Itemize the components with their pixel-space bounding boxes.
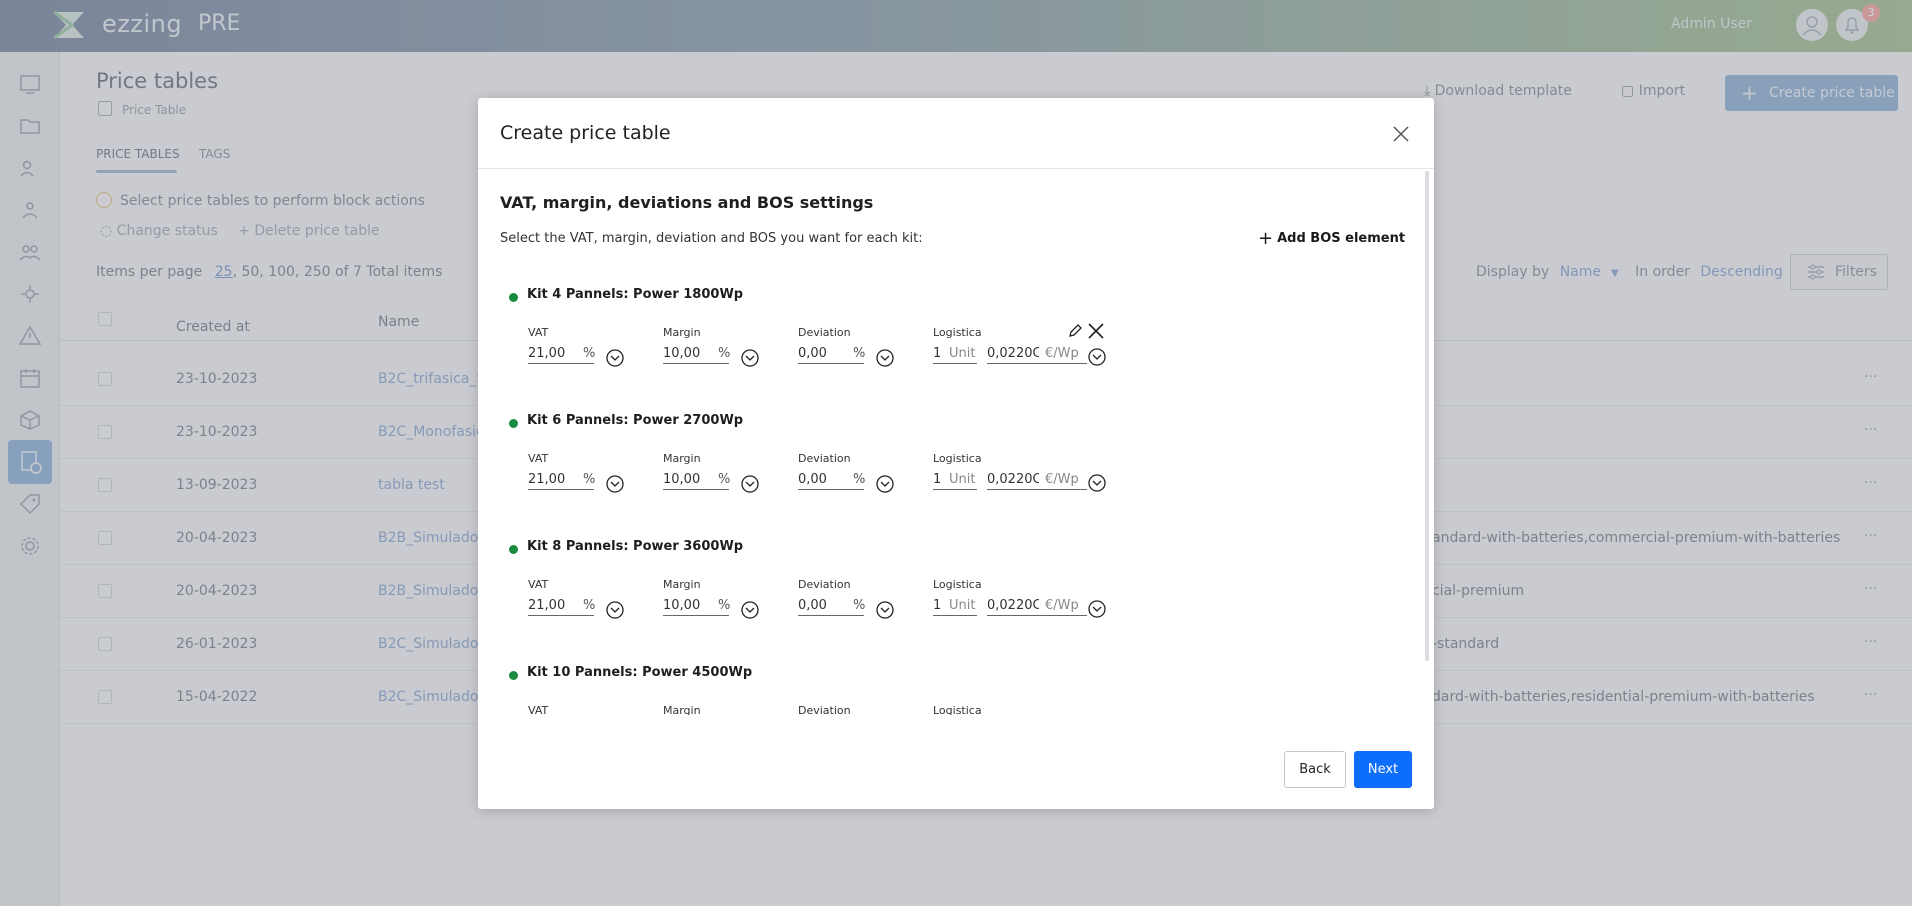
modal-scroll-area: VAT, margin, deviations and BOS settings… [478, 169, 1418, 715]
vat-input[interactable]: 21,00% [528, 598, 596, 616]
vat-input[interactable]: 21,00% [528, 472, 596, 490]
chevron-down-icon[interactable] [1088, 600, 1106, 618]
deviation-value: 0,00 [798, 598, 827, 613]
kit-title: Kit 4 Pannels: Power 1800Wp [527, 287, 744, 302]
vat-input[interactable]: 21,00% [528, 346, 596, 364]
modal-title: Create price table [500, 122, 671, 144]
deviation-label: Deviation [798, 704, 851, 715]
vat-value: 21,00 [528, 346, 566, 361]
logistica-quantity-input[interactable]: 1 Unit [933, 346, 977, 364]
percent-unit: % [583, 598, 596, 613]
vat-label: VAT [528, 326, 549, 339]
deviation-input[interactable]: 0,00% [798, 472, 866, 490]
vat-value: 21,00 [528, 472, 566, 487]
logistica-label: Logistica [933, 704, 982, 715]
price-value: 0,0220C [987, 472, 1039, 487]
logistica-price-input[interactable]: 0,0220C €/Wp [987, 598, 1087, 616]
margin-input[interactable]: 10,00% [663, 346, 731, 364]
margin-input[interactable]: 10,00% [663, 598, 731, 616]
logistica-price-input[interactable]: 0,0220C €/Wp [987, 346, 1087, 364]
percent-unit: % [718, 598, 731, 613]
kit-title: Kit 8 Pannels: Power 3600Wp [527, 539, 744, 554]
chevron-down-icon[interactable] [1088, 348, 1106, 366]
quantity-value: 1 [933, 598, 942, 613]
kit-block: Kit 10 Pannels: Power 4500Wp VAT Margin … [478, 663, 1418, 715]
close-icon[interactable] [1392, 125, 1410, 143]
quantity-value: 1 [933, 472, 942, 487]
unit-label: Unit [949, 346, 976, 361]
percent-unit: % [583, 346, 596, 361]
chevron-down-icon[interactable] [741, 475, 759, 493]
margin-label: Margin [663, 704, 701, 715]
deviation-input[interactable]: 0,00% [798, 598, 866, 616]
chevron-down-icon[interactable] [606, 349, 624, 367]
percent-unit: % [718, 472, 731, 487]
edit-pencil-icon[interactable] [1068, 324, 1082, 338]
percent-unit: % [718, 346, 731, 361]
percent-unit: % [583, 472, 596, 487]
chevron-down-icon[interactable] [606, 475, 624, 493]
margin-value: 10,00 [663, 472, 701, 487]
remove-bos-icon[interactable] [1088, 323, 1104, 339]
deviation-value: 0,00 [798, 472, 827, 487]
margin-value: 10,00 [663, 346, 701, 361]
deviation-label: Deviation [798, 326, 851, 339]
margin-label: Margin [663, 452, 701, 465]
chevron-down-icon[interactable] [1088, 474, 1106, 492]
ewp-unit: €/Wp [1045, 472, 1079, 487]
margin-input[interactable]: 10,00% [663, 472, 731, 490]
add-bos-label: Add BOS element [1277, 231, 1406, 246]
logistica-price-input[interactable]: 0,0220C €/Wp [987, 472, 1087, 490]
chevron-down-icon[interactable] [876, 601, 894, 619]
kit-status-dot [509, 545, 518, 554]
kit-block: Kit 8 Pannels: Power 3600Wp VAT Margin D… [478, 537, 1418, 663]
plus-icon: + [1258, 228, 1274, 249]
section-subtitle: Select the VAT, margin, deviation and BO… [500, 231, 923, 246]
create-price-table-modal: Create price table VAT, margin, deviatio… [478, 98, 1434, 809]
chevron-down-icon[interactable] [741, 349, 759, 367]
kit-status-dot [509, 419, 518, 428]
price-value: 0,0220C [987, 598, 1039, 613]
chevron-down-icon[interactable] [876, 475, 894, 493]
unit-label: Unit [949, 472, 976, 487]
vat-label: VAT [528, 578, 549, 591]
next-button[interactable]: Next [1354, 751, 1412, 788]
vat-label: VAT [528, 704, 549, 715]
kit-status-dot [509, 293, 518, 302]
logistica-label: Logistica [933, 578, 982, 591]
logistica-quantity-input[interactable]: 1 Unit [933, 472, 977, 490]
logistica-quantity-input[interactable]: 1 Unit [933, 598, 977, 616]
vat-label: VAT [528, 452, 549, 465]
percent-unit: % [853, 346, 866, 361]
quantity-value: 1 [933, 346, 942, 361]
percent-unit: % [853, 472, 866, 487]
deviation-label: Deviation [798, 452, 851, 465]
margin-value: 10,00 [663, 598, 701, 613]
ewp-unit: €/Wp [1045, 598, 1079, 613]
chevron-down-icon[interactable] [876, 349, 894, 367]
logistica-label: Logistica [933, 326, 982, 339]
ewp-unit: €/Wp [1045, 346, 1079, 361]
kit-title: Kit 6 Pannels: Power 2700Wp [527, 413, 744, 428]
chevron-down-icon[interactable] [741, 601, 759, 619]
add-bos-element-button[interactable]: + Add BOS element [1258, 228, 1405, 249]
chevron-down-icon[interactable] [606, 601, 624, 619]
logistica-label: Logistica [933, 452, 982, 465]
kit-title: Kit 10 Pannels: Power 4500Wp [527, 665, 753, 680]
kit-block: Kit 4 Pannels: Power 1800Wp VAT Margin D… [478, 285, 1418, 411]
kit-status-dot [509, 671, 518, 680]
deviation-value: 0,00 [798, 346, 827, 361]
modal-scrollbar[interactable] [1425, 171, 1429, 661]
back-button[interactable]: Back [1284, 751, 1346, 788]
margin-label: Margin [663, 326, 701, 339]
deviation-label: Deviation [798, 578, 851, 591]
margin-label: Margin [663, 578, 701, 591]
kit-block: Kit 6 Pannels: Power 2700Wp VAT Margin D… [478, 411, 1418, 537]
price-value: 0,0220C [987, 346, 1039, 361]
unit-label: Unit [949, 598, 976, 613]
vat-value: 21,00 [528, 598, 566, 613]
section-title: VAT, margin, deviations and BOS settings [500, 193, 874, 212]
percent-unit: % [853, 598, 866, 613]
deviation-input[interactable]: 0,00% [798, 346, 866, 364]
